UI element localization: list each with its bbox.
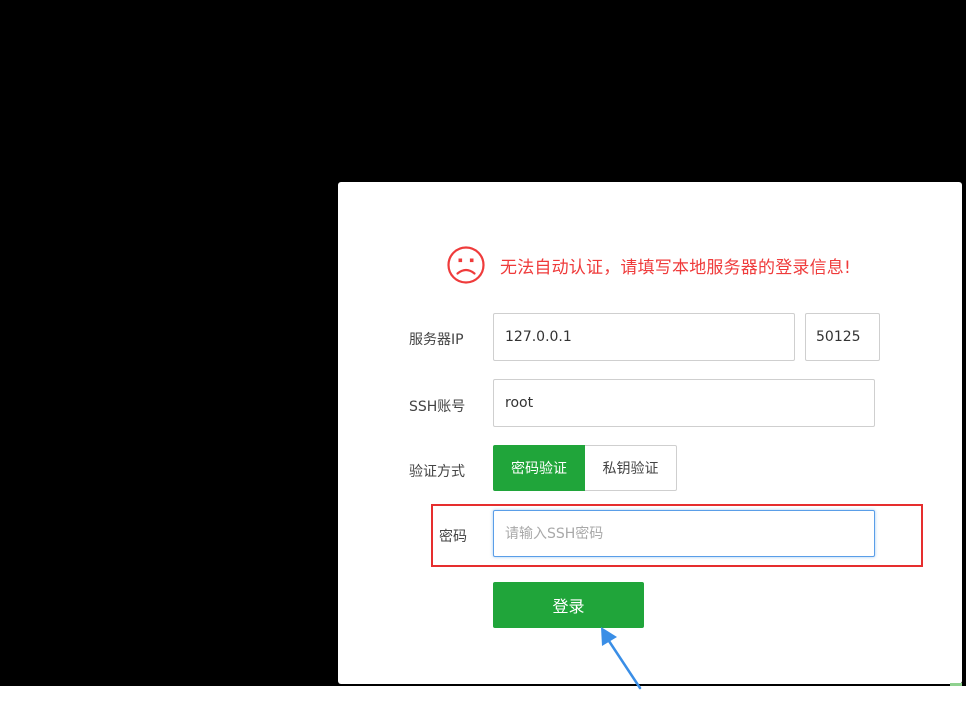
alert-message: 无法自动认证，请填写本地服务器的登录信息! xyxy=(500,257,852,278)
ssh-account-input[interactable] xyxy=(493,379,875,427)
password-auth-option[interactable]: 密码验证 xyxy=(493,445,585,491)
password-label: 密码 xyxy=(439,529,467,545)
auth-method-label: 验证方式 xyxy=(409,464,465,480)
port-input[interactable] xyxy=(805,313,880,361)
screen: 无法自动认证，请填写本地服务器的登录信息! 服务器IP SSH账号 验证方式 密… xyxy=(0,0,973,727)
server-ip-label: 服务器IP xyxy=(409,332,464,348)
ssh-account-label: SSH账号 xyxy=(409,399,466,415)
sad-face-icon xyxy=(446,245,486,285)
auth-failed-alert: 无法自动认证，请填写本地服务器的登录信息! xyxy=(446,245,851,285)
password-input[interactable] xyxy=(493,510,875,557)
server-ip-input[interactable] xyxy=(493,313,795,361)
login-button[interactable]: 登录 xyxy=(493,582,644,628)
pointer-arrow-icon xyxy=(601,627,642,690)
corner-mark xyxy=(950,683,962,686)
auth-method-toggle: 密码验证 私钥验证 xyxy=(493,445,677,491)
private-key-auth-option[interactable]: 私钥验证 xyxy=(585,445,677,491)
ssh-login-dialog: 无法自动认证，请填写本地服务器的登录信息! 服务器IP SSH账号 验证方式 密… xyxy=(338,182,962,684)
